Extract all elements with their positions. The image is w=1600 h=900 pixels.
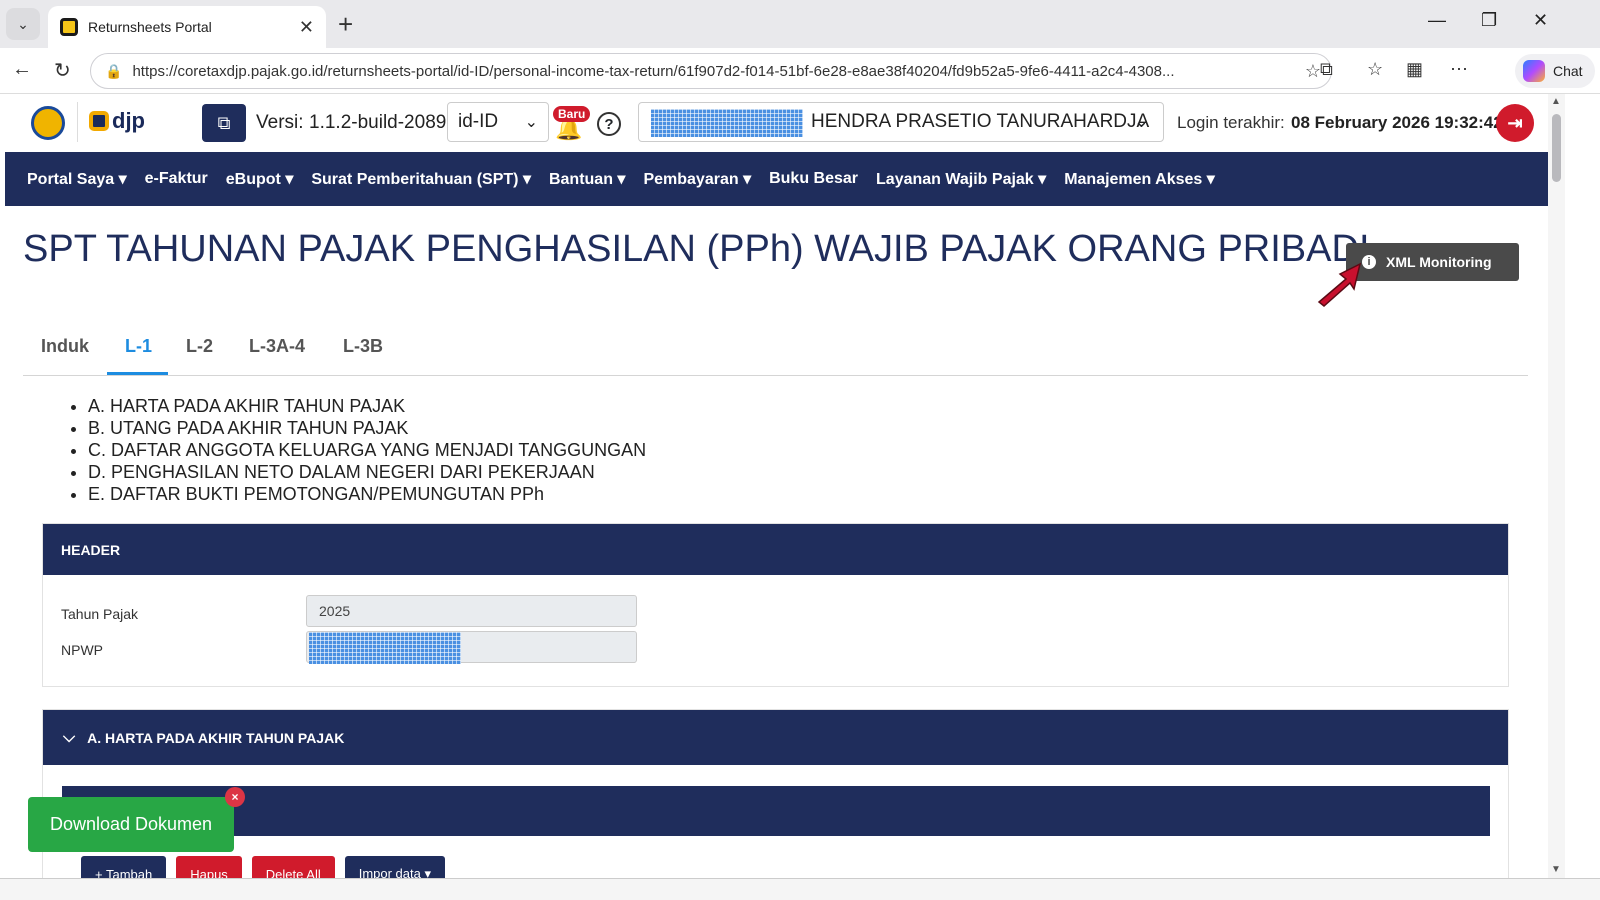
djp-logo[interactable]: djp	[89, 108, 145, 134]
nav-layanan-wajib-pajak[interactable]: Layanan Wajib Pajak ▾	[876, 169, 1046, 189]
info-icon: i	[1362, 255, 1376, 269]
section-list: A. HARTA PADA AKHIR TAHUN PAJAK B. UTANG…	[70, 395, 646, 505]
nav-buku-besar[interactable]: Buku Besar	[769, 170, 858, 188]
xml-monitoring-button[interactable]: i XML Monitoring	[1346, 243, 1519, 281]
tab-title: Returnsheets Portal	[88, 19, 212, 35]
language-value: id-ID	[458, 111, 499, 132]
chevron-down-icon: ⌄	[524, 114, 538, 131]
taxpayer-select[interactable]: HENDRA PRASETIO TANURAHARDJA ⌄	[638, 102, 1164, 142]
logout-button[interactable]: ⇥	[1496, 104, 1534, 142]
chevron-down-icon: ⌄	[1133, 111, 1149, 131]
tahun-pajak-label: Tahun Pajak	[61, 606, 139, 622]
page-scrollbar[interactable]: ▲ ▼	[1548, 94, 1565, 878]
npwp-field[interactable]	[306, 631, 637, 664]
npwp-label: NPWP	[61, 642, 103, 658]
nav-ebupot[interactable]: eBupot ▾	[226, 169, 294, 189]
reload-icon[interactable]: ↻	[54, 58, 71, 83]
section-a-card: ⌵ A. HARTA PADA AKHIR TAHUN PAJAK + Tamb…	[42, 709, 1509, 899]
page-title: SPT TAHUNAN PAJAK PENGHASILAN (PPh) WAJI…	[23, 228, 1370, 270]
scroll-down-icon[interactable]: ▼	[1551, 864, 1561, 875]
language-select[interactable]: id-ID ⌄	[447, 102, 549, 142]
pointer-arrow-icon	[1317, 262, 1362, 307]
logo-separator	[77, 102, 78, 142]
url-text[interactable]: https://coretaxdjp.pajak.go.id/returnshe…	[132, 63, 1262, 80]
browser-toolbar: ← ↻ 🔒 https://coretaxdjp.pajak.go.id/ret…	[0, 48, 1600, 94]
section-a-title: A. HARTA PADA AKHIR TAHUN PAJAK	[87, 729, 345, 746]
redacted-id	[651, 109, 803, 137]
active-tab-indicator	[107, 372, 168, 375]
scroll-thumb[interactable]	[1552, 114, 1561, 182]
close-window-icon[interactable]: ✕	[1533, 10, 1548, 31]
tab-l-3b[interactable]: L-3B	[343, 336, 383, 357]
tab-l-2[interactable]: L-2	[186, 336, 213, 357]
minimize-icon[interactable]: —	[1428, 10, 1446, 31]
nav-portal-saya[interactable]: Portal Saya ▾	[27, 169, 127, 189]
header-card-title: HEADER	[43, 524, 1508, 575]
favorites-icon[interactable]: ☆	[1367, 59, 1383, 80]
list-item: B. UTANG PADA AKHIR TAHUN PAJAK	[88, 417, 646, 439]
tahun-pajak-value: 2025	[319, 603, 351, 619]
back-icon[interactable]: ←	[12, 58, 32, 81]
djp-mark-icon	[89, 111, 109, 131]
scroll-up-icon[interactable]: ▲	[1551, 96, 1561, 107]
nav-pembayaran[interactable]: Pembayaran ▾	[643, 169, 751, 189]
chevron-down-icon: ⌵	[63, 728, 76, 746]
address-bar[interactable]: 🔒 https://coretaxdjp.pajak.go.id/returns…	[90, 53, 1332, 89]
copilot-chat-button[interactable]: Chat	[1515, 54, 1595, 88]
help-icon[interactable]: ?	[597, 112, 621, 136]
copy-button[interactable]: ⧉	[202, 104, 246, 142]
extensions-icon[interactable]: ⧉	[1320, 59, 1333, 80]
tab-l-1[interactable]: L-1	[125, 336, 152, 357]
section-a-table-header	[62, 786, 1490, 836]
nav-bantuan[interactable]: Bantuan ▾	[549, 169, 625, 189]
tab-induk[interactable]: Induk	[41, 336, 89, 357]
nav-spt[interactable]: Surat Pemberitahuan (SPT) ▾	[311, 169, 531, 189]
djp-logo-text: djp	[112, 108, 145, 133]
restore-icon[interactable]: ❐	[1481, 10, 1497, 31]
nav-e-faktur[interactable]: e-Faktur	[145, 170, 208, 188]
last-login-value: 08 February 2026 19:32:42	[1291, 113, 1503, 132]
last-login-label: Login terakhir:	[1177, 113, 1285, 132]
browser-titlebar: ⌄ Returnsheets Portal ✕ + — ❐ ✕	[0, 0, 1600, 48]
tab-l-3a-4[interactable]: L-3A-4	[249, 336, 305, 357]
copilot-icon	[1523, 60, 1545, 82]
chat-label: Chat	[1553, 63, 1583, 79]
logout-icon: ⇥	[1507, 112, 1523, 133]
more-menu-icon[interactable]: ⋯	[1450, 59, 1468, 80]
favorite-star-icon[interactable]: ☆	[1305, 61, 1321, 82]
close-tab-icon[interactable]: ✕	[299, 17, 314, 38]
browser-tab[interactable]: Returnsheets Portal ✕	[48, 6, 326, 48]
app-header: djp ⧉ Versi: 1.1.2-build-2089 id-ID ⌄ 🔔 …	[5, 94, 1578, 152]
favicon-icon	[60, 18, 78, 36]
header-card: HEADER Tahun Pajak 2025 NPWP	[42, 523, 1509, 687]
tahun-pajak-field[interactable]: 2025	[306, 595, 637, 627]
kemenkeu-logo-icon	[31, 106, 65, 140]
list-item: A. HARTA PADA AKHIR TAHUN PAJAK	[88, 395, 646, 417]
taxpayer-name: HENDRA PRASETIO TANURAHARDJA	[811, 111, 1150, 132]
list-item: E. DAFTAR BUKTI PEMOTONGAN/PEMUNGUTAN PP…	[88, 483, 646, 505]
calculator-extension-icon[interactable]: ▦	[1406, 59, 1423, 80]
main-nav: Portal Saya ▾ e-Faktur eBupot ▾ Surat Pe…	[5, 152, 1548, 206]
xml-monitoring-label: XML Monitoring	[1386, 254, 1492, 270]
download-document-button[interactable]: Download Dokumen	[28, 797, 234, 852]
window-bottom-edge	[0, 878, 1600, 900]
tab-list-button[interactable]: ⌄	[6, 8, 40, 40]
new-tab-button[interactable]: +	[338, 10, 353, 38]
redacted-npwp	[309, 632, 461, 664]
list-item: D. PENGHASILAN NETO DALAM NEGERI DARI PE…	[88, 461, 646, 483]
new-badge: Baru	[553, 106, 591, 122]
form-tabs: Induk L-1 L-2 L-3A-4 L-3B	[23, 324, 1528, 376]
section-a-header[interactable]: ⌵ A. HARTA PADA AKHIR TAHUN PAJAK	[43, 710, 1508, 765]
copy-icon: ⧉	[217, 112, 231, 133]
version-label: Versi:	[256, 112, 304, 133]
nav-manajemen-akses[interactable]: Manajemen Akses ▾	[1064, 169, 1215, 189]
close-download-icon[interactable]: ×	[225, 787, 245, 807]
site-info-icon[interactable]: 🔒	[105, 63, 122, 80]
list-item: C. DAFTAR ANGGOTA KELUARGA YANG MENJADI …	[88, 439, 646, 461]
version-value: 1.1.2-build-2089	[309, 112, 447, 133]
